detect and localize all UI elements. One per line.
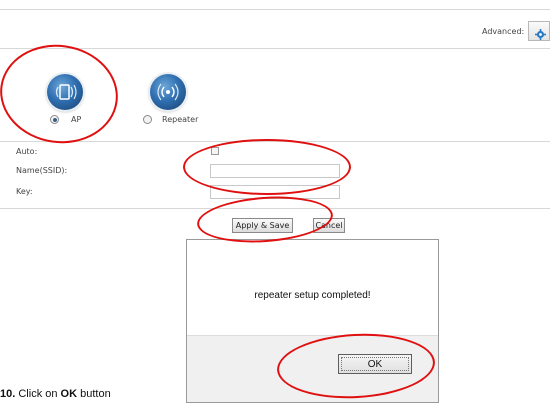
access-point-icon: [47, 74, 83, 110]
ssid-label: Name(SSID):: [16, 166, 68, 175]
top-divider: [0, 9, 550, 10]
repeater-radio[interactable]: [143, 115, 152, 124]
auto-label: Auto:: [16, 147, 38, 156]
repeater-icon: [150, 74, 186, 110]
ssid-input[interactable]: [210, 164, 340, 178]
step-number: 10.: [0, 388, 16, 400]
header-divider: [0, 48, 550, 49]
gear-icon: [535, 25, 546, 44]
dialog-message: repeater setup completed!: [254, 290, 371, 301]
key-label: Key:: [16, 187, 33, 196]
caption-bold-text: OK: [60, 388, 78, 400]
ok-button[interactable]: OK: [338, 354, 412, 374]
form-divider: [0, 208, 550, 209]
instruction-caption: 10. Click on OK button: [0, 388, 111, 400]
repeater-label: Repeater: [162, 115, 199, 124]
ap-radio[interactable]: [50, 115, 59, 124]
ap-label: AP: [71, 115, 82, 124]
modes-divider: [0, 141, 550, 142]
confirmation-dialog: repeater setup completed! OK: [186, 239, 439, 403]
auto-checkbox[interactable]: [211, 147, 219, 155]
advanced-button[interactable]: [528, 21, 550, 41]
caption-text-before: Click on: [18, 388, 58, 400]
advanced-label: Advanced:: [482, 27, 525, 36]
caption-text-after: button: [80, 388, 111, 400]
apply-save-button[interactable]: Apply & Save: [232, 218, 293, 233]
key-input[interactable]: [210, 185, 340, 199]
cancel-button[interactable]: Cancel: [313, 218, 345, 233]
